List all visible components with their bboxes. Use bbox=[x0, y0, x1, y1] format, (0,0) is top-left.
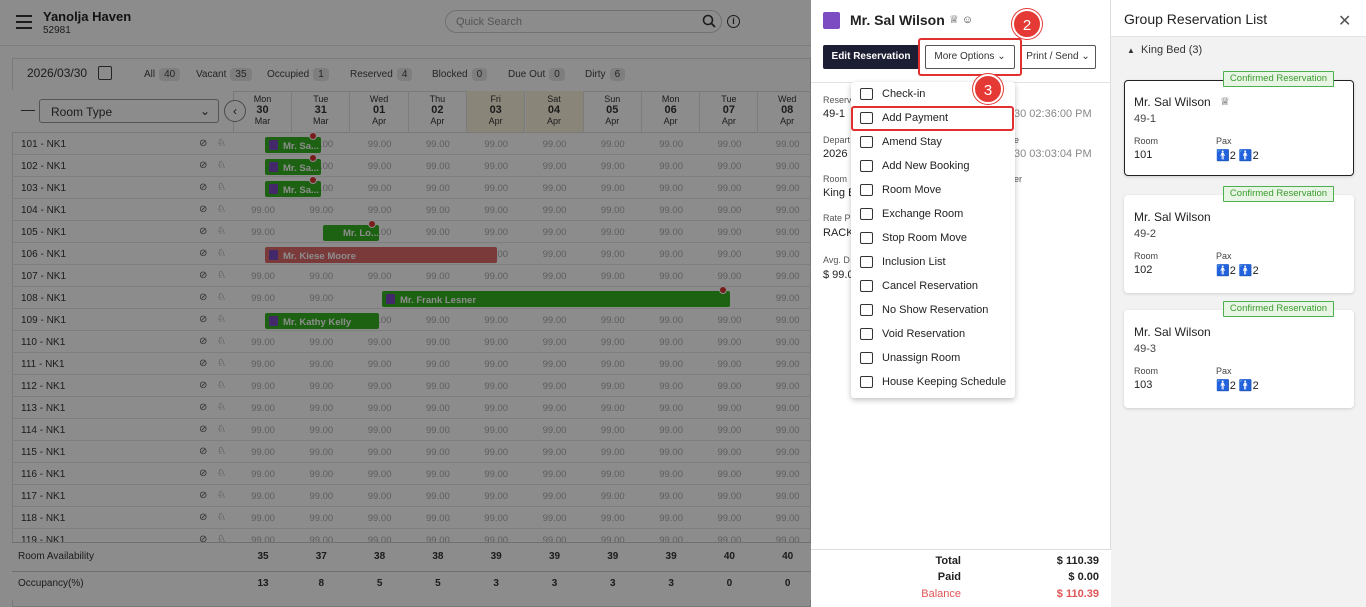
confirmed-badge: Confirmed Reservation bbox=[1223, 186, 1334, 202]
card-pax-label: Pax bbox=[1216, 366, 1232, 376]
housekeeping-schedule-icon bbox=[860, 376, 873, 388]
check-in-icon bbox=[860, 88, 873, 100]
card-room-value: 101 bbox=[1134, 149, 1153, 161]
menu-item-add-new-booking[interactable]: Add New Booking bbox=[851, 154, 1015, 178]
menu-item-room-move[interactable]: Room Move bbox=[851, 178, 1015, 202]
exchange-room-icon bbox=[860, 208, 873, 220]
vip-icon: ♕ bbox=[1220, 96, 1230, 108]
adult-icon: 🚹 bbox=[1216, 150, 1230, 162]
card-room-value: 103 bbox=[1134, 379, 1153, 391]
group-title: Group Reservation List bbox=[1124, 11, 1268, 27]
vip-icon: ♕ ☺ bbox=[949, 14, 974, 26]
card-code: 49-1 bbox=[1134, 113, 1157, 125]
avg-rate-label: Avg. D bbox=[823, 255, 850, 265]
confirmed-badge: Confirmed Reservation bbox=[1223, 301, 1334, 317]
arrival-time: 30 02:36:00 PM bbox=[1014, 108, 1092, 120]
paid-value: $ 0.00 bbox=[1068, 571, 1099, 583]
menu-item-no-show-reservation[interactable]: No Show Reservation bbox=[851, 298, 1015, 322]
departure-time: 30 03:03:04 PM bbox=[1014, 148, 1092, 160]
unassign-room-icon bbox=[860, 352, 873, 364]
card-guest-name: Mr. Sal Wilson bbox=[1134, 210, 1211, 224]
menu-item-inclusion-list[interactable]: Inclusion List bbox=[851, 250, 1015, 274]
caret-up-icon: ▲ bbox=[1127, 46, 1135, 55]
departure-label: Depart bbox=[823, 135, 851, 145]
card-room-label: Room bbox=[1134, 136, 1159, 146]
room-label-right: er bbox=[1014, 174, 1023, 184]
no-show-reservation-icon bbox=[860, 304, 873, 316]
total-label: Total bbox=[935, 555, 961, 567]
room-label: Room bbox=[823, 174, 848, 184]
group-category[interactable]: ▲ King Bed (3) bbox=[1127, 44, 1202, 56]
child-icon: 🚹 bbox=[1238, 150, 1253, 162]
void-reservation-icon bbox=[860, 328, 873, 340]
add-new-booking-icon bbox=[860, 160, 873, 172]
menu-item-exchange-room[interactable]: Exchange Room bbox=[851, 202, 1015, 226]
step-badge-3: 3 bbox=[973, 74, 1003, 104]
card-code: 49-2 bbox=[1134, 228, 1157, 240]
card-guest-name: Mr. Sal Wilson bbox=[1134, 95, 1211, 109]
child-icon: 🚹 bbox=[1238, 380, 1253, 392]
menu-item-void-reservation[interactable]: Void Reservation bbox=[851, 322, 1015, 346]
menu-item-unassign-room[interactable]: Unassign Room bbox=[851, 346, 1015, 370]
close-icon[interactable]: ✕ bbox=[1338, 11, 1351, 31]
menu-item-cancel-reservation[interactable]: Cancel Reservation bbox=[851, 274, 1015, 298]
card-code: 49-3 bbox=[1134, 343, 1157, 355]
adult-icon: 🚹 bbox=[1216, 265, 1230, 277]
confirmed-badge: Confirmed Reservation bbox=[1223, 71, 1334, 87]
rate-plan-label: Rate Pl bbox=[823, 213, 853, 223]
reservation-value: 49-1 bbox=[823, 108, 846, 120]
child-icon: 🚹 bbox=[1238, 265, 1253, 277]
print-send-button[interactable]: Print / Send ⌄ bbox=[1020, 45, 1096, 69]
cancel-reservation-icon bbox=[860, 280, 873, 292]
departure-value: 2026 bbox=[823, 148, 848, 160]
card-pax: 🚹2 🚹2 bbox=[1216, 265, 1259, 277]
card-guest-name: Mr. Sal Wilson bbox=[1134, 325, 1211, 339]
menu-item-stop-room-move[interactable]: Stop Room Move bbox=[851, 226, 1015, 250]
balance-label: Balance bbox=[921, 588, 961, 600]
edit-reservation-button[interactable]: Edit Reservation bbox=[823, 45, 919, 69]
rate-plan-value: RACK bbox=[823, 227, 854, 239]
highlight-add-payment bbox=[851, 106, 1014, 131]
card-pax-label: Pax bbox=[1216, 251, 1232, 261]
card-room-label: Room bbox=[1134, 366, 1159, 376]
guest-name: Mr. Sal Wilson bbox=[850, 12, 945, 28]
menu-item-housekeeping-schedule[interactable]: House Keeping Schedule bbox=[851, 370, 1015, 394]
stop-room-move-icon bbox=[860, 232, 873, 244]
highlight-more-options bbox=[918, 38, 1022, 76]
card-room-value: 102 bbox=[1134, 264, 1153, 276]
avg-rate-value: $ 99.0 bbox=[823, 269, 854, 281]
building-icon bbox=[823, 12, 840, 29]
paid-label: Paid bbox=[937, 571, 961, 583]
card-pax: 🚹2 🚹2 bbox=[1216, 150, 1259, 162]
reservation-label: Reserv bbox=[823, 95, 852, 105]
menu-item-amend-stay[interactable]: Amend Stay bbox=[851, 130, 1015, 154]
step-badge-2: 2 bbox=[1012, 9, 1042, 39]
card-room-label: Room bbox=[1134, 251, 1159, 261]
total-value: $ 110.39 bbox=[1056, 555, 1099, 567]
modal-overlay[interactable] bbox=[0, 0, 811, 607]
card-pax-label: Pax bbox=[1216, 136, 1232, 146]
adult-icon: 🚹 bbox=[1216, 380, 1230, 392]
amend-stay-icon bbox=[860, 136, 873, 148]
inclusion-list-icon bbox=[860, 256, 873, 268]
balance-value: $ 110.39 bbox=[1056, 588, 1099, 600]
card-pax: 🚹2 🚹2 bbox=[1216, 380, 1259, 392]
room-move-icon bbox=[860, 184, 873, 196]
